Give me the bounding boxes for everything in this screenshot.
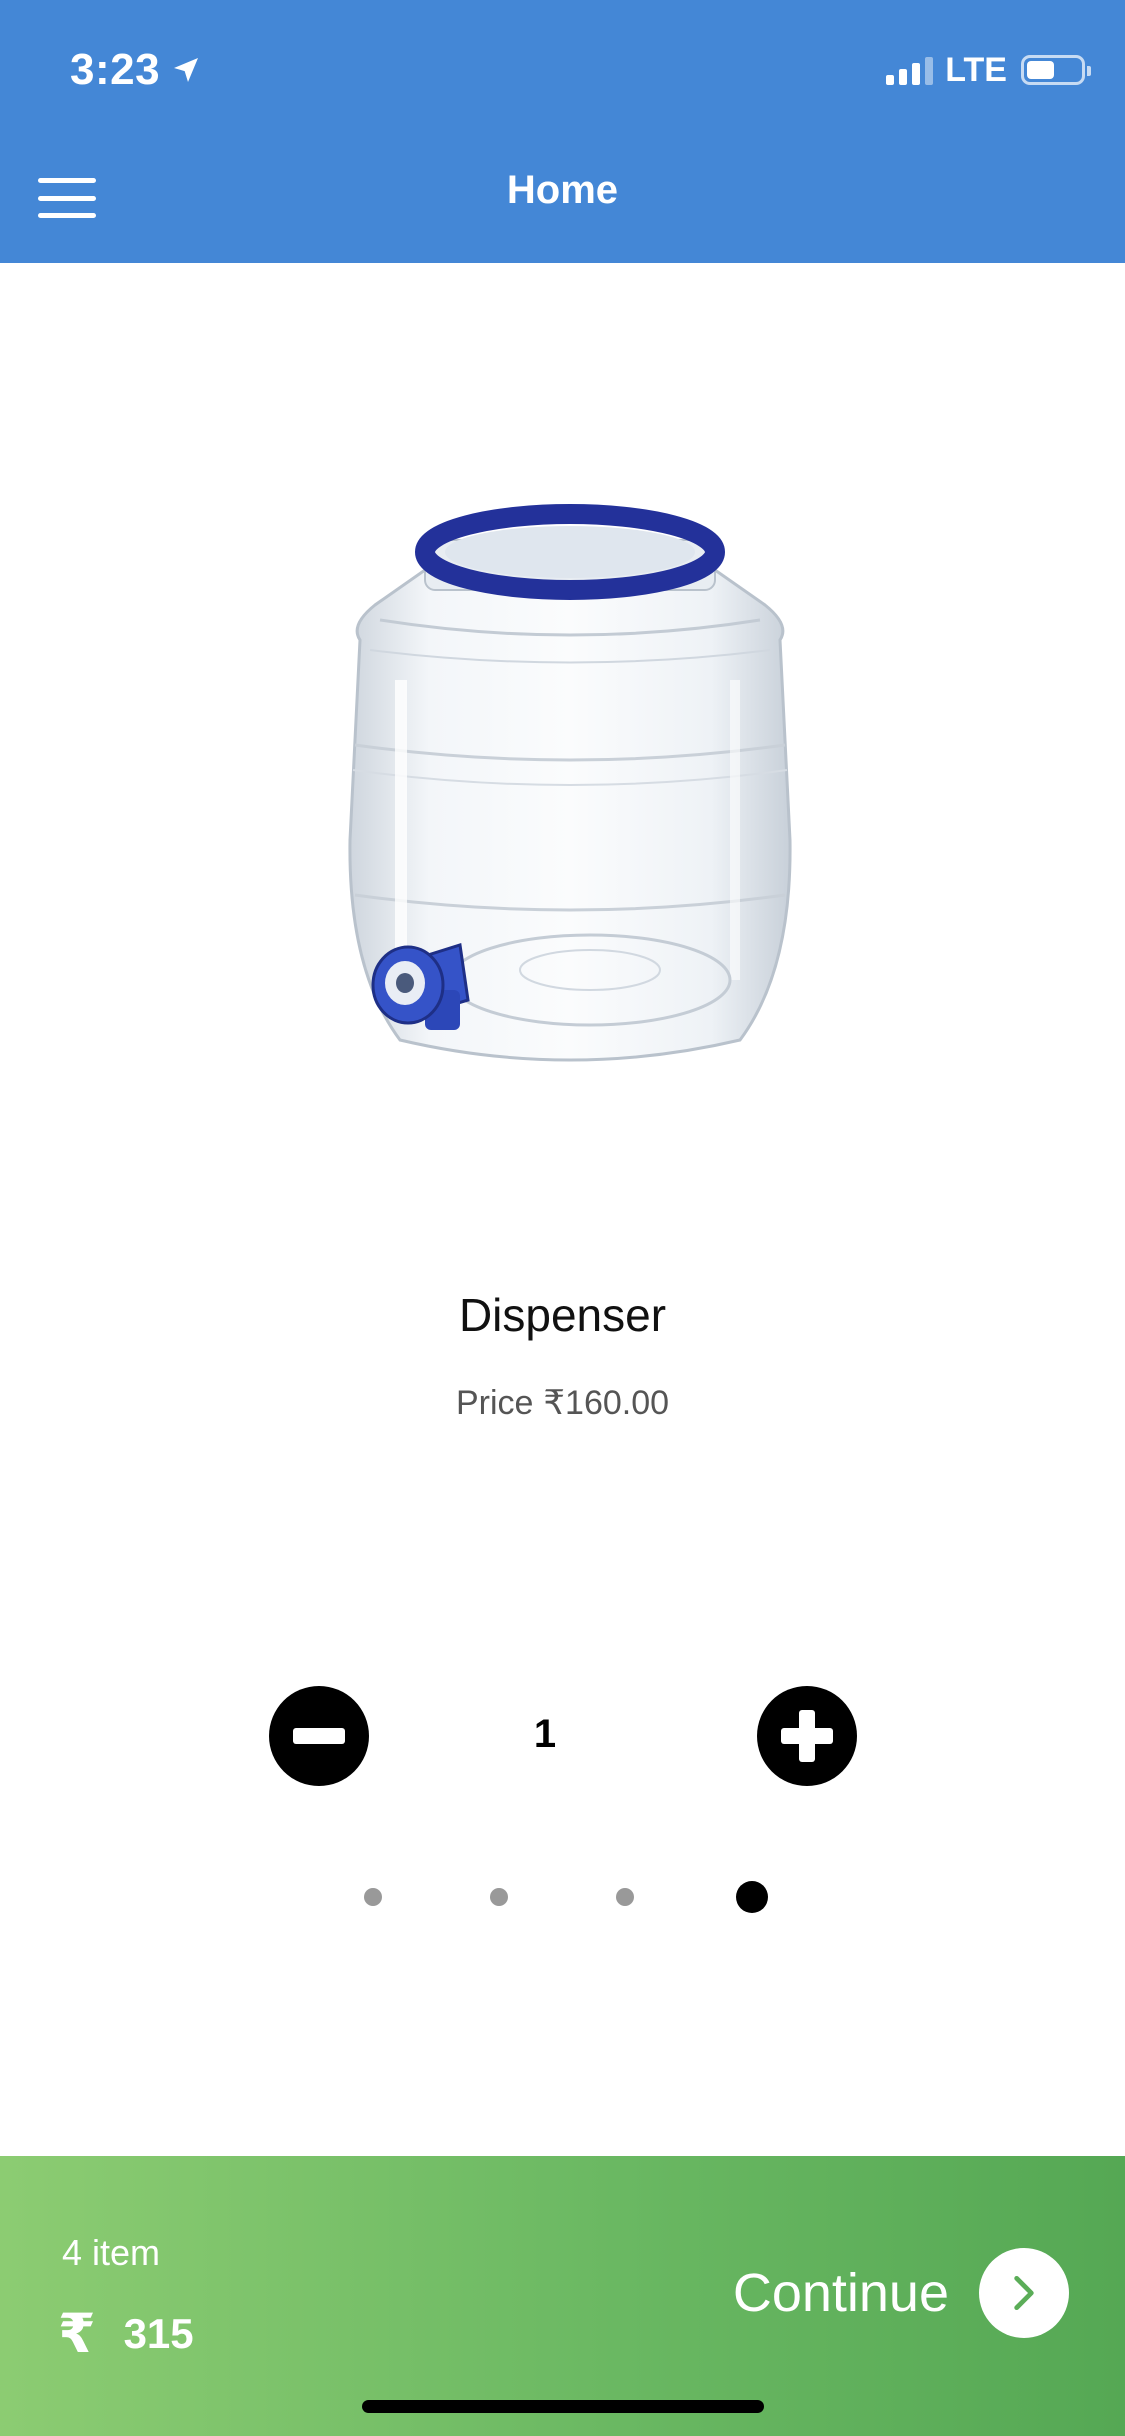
product-image[interactable] <box>320 500 820 1100</box>
cellular-signal-icon <box>886 55 934 85</box>
rupee-icon: ₹ <box>58 2304 96 2364</box>
page-dot-2[interactable] <box>490 1888 508 1906</box>
page-dot-3[interactable] <box>616 1888 634 1906</box>
minus-circle-icon <box>293 1728 345 1744</box>
chevron-right-icon <box>979 2248 1069 2338</box>
continue-label: Continue <box>732 2263 949 2323</box>
cart-total: ₹ 315 <box>58 2302 194 2365</box>
home-screen: 3:23 LTE Home Dispenser Price ₹160.00 1 … <box>0 0 1125 2436</box>
page-indicator <box>0 1880 1125 1914</box>
status-time-text: 3:23 <box>70 45 161 94</box>
price-value: ₹160.00 <box>543 1384 670 1422</box>
cart-item-count: 4 item <box>62 2232 161 2273</box>
location-arrow-icon <box>174 58 199 82</box>
page-dot-1[interactable] <box>364 1888 382 1906</box>
cart-total-value: 315 <box>123 2309 194 2357</box>
status-indicators: LTE <box>886 40 1091 100</box>
top-bar: 3:23 LTE Home <box>0 0 1125 263</box>
network-type: LTE <box>945 50 1007 89</box>
cart-summary-bar: 4 item ₹ 315 Continue <box>0 2156 1125 2436</box>
product-name: Dispenser <box>458 1289 667 1341</box>
page-title: Home <box>506 168 619 212</box>
page-dot-4-active[interactable] <box>736 1881 768 1913</box>
home-indicator[interactable] <box>362 2400 764 2413</box>
status-time: 3:23 <box>70 40 202 100</box>
increment-button[interactable] <box>757 1686 857 1786</box>
battery-icon <box>1021 55 1091 85</box>
product-price: Price ₹160.00 <box>0 1383 1125 1423</box>
price-label: Price <box>455 1384 534 1422</box>
decrement-button[interactable] <box>269 1686 369 1786</box>
continue-button[interactable]: Continue <box>733 2248 1069 2338</box>
quantity-value: 1 <box>533 1712 557 1756</box>
